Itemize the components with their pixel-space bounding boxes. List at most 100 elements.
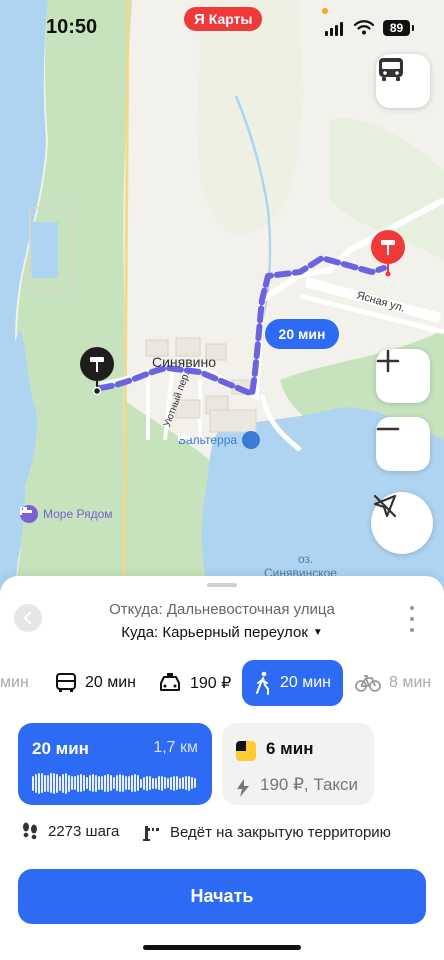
elevation-bar bbox=[83, 775, 85, 791]
elevation-bar bbox=[149, 776, 151, 790]
map-label-lake: оз. bbox=[298, 552, 314, 566]
chevron-down-icon: ▼ bbox=[312, 627, 323, 638]
route-from[interactable]: Откуда: Дальневосточная улица bbox=[0, 601, 444, 618]
elevation-bar bbox=[50, 773, 52, 793]
elevation-bar bbox=[44, 774, 46, 792]
status-time: 10:50 bbox=[46, 16, 98, 38]
barrier-icon bbox=[143, 826, 159, 841]
walk-route-card[interactable]: 20 мин 1,7 км bbox=[18, 723, 212, 805]
zoom-in-button[interactable] bbox=[376, 349, 430, 403]
elevation-bar bbox=[92, 774, 94, 792]
elevation-bar bbox=[146, 775, 148, 791]
lightning-icon bbox=[237, 779, 249, 797]
map-label-village: Синявино bbox=[152, 354, 217, 370]
elevation-bar bbox=[68, 774, 70, 792]
elevation-bar bbox=[110, 775, 112, 791]
bus-icon bbox=[379, 58, 403, 81]
elevation-bar bbox=[80, 774, 82, 792]
elevation-bar bbox=[194, 778, 196, 788]
taxi-card-time: 6 мин bbox=[266, 739, 314, 758]
taxi-icon bbox=[160, 673, 180, 691]
poi-more-ryadom[interactable]: Море Рядом bbox=[20, 505, 113, 523]
sheet-grabber[interactable] bbox=[207, 583, 237, 587]
elevation-bar bbox=[128, 776, 130, 790]
elevation-bar bbox=[77, 774, 79, 792]
elevation-bar bbox=[179, 777, 181, 789]
zoom-out-button[interactable] bbox=[376, 417, 430, 471]
status-bar: 10:50 Я Карты 89 bbox=[0, 0, 444, 56]
poi-more-ryadom-label: Море Рядом bbox=[43, 507, 113, 521]
route-bottom-sheet[interactable]: Откуда: Дальневосточная улица Куда: Карь… bbox=[0, 576, 444, 960]
transport-layer-button[interactable] bbox=[376, 54, 430, 108]
steps-count: 2273 шага bbox=[48, 822, 120, 840]
elevation-bar bbox=[113, 777, 115, 789]
plus-icon bbox=[376, 349, 400, 373]
bed-icon bbox=[178, 431, 261, 449]
elevation-bar bbox=[35, 773, 37, 793]
route-time-badge[interactable]: 20 мин bbox=[265, 319, 339, 349]
elevation-bar bbox=[125, 776, 127, 790]
route-to[interactable]: Куда: Карьерный переулок ▼ bbox=[0, 624, 444, 641]
poi-valterra[interactable]: Вальтерра bbox=[178, 431, 261, 449]
home-indicator[interactable] bbox=[143, 945, 301, 950]
elevation-bar bbox=[116, 775, 118, 791]
steps-info: 2273 шага bbox=[20, 822, 119, 840]
elevation-bar bbox=[71, 776, 73, 790]
elevation-bar bbox=[98, 776, 100, 790]
elevation-bar bbox=[89, 775, 91, 791]
elevation-bar bbox=[152, 777, 154, 789]
elevation-bar bbox=[140, 778, 142, 788]
elevation-bar bbox=[191, 777, 193, 789]
elevation-bar bbox=[182, 777, 184, 789]
more-options-button[interactable] bbox=[404, 606, 420, 632]
walk-icon bbox=[256, 671, 269, 695]
elevation-bar bbox=[185, 776, 187, 790]
elevation-bar bbox=[38, 772, 40, 794]
route-info-row: 2273 шага Ведёт на закрытую территорию bbox=[0, 822, 444, 848]
mode-walk[interactable]: 20 мин bbox=[242, 660, 344, 706]
elevation-bar bbox=[137, 775, 139, 791]
footprints-icon bbox=[23, 822, 37, 840]
restricted-area-warning: Ведёт на закрытую территорию bbox=[142, 822, 391, 842]
mode-car-label: мин bbox=[0, 674, 29, 691]
mode-taxi[interactable]: 190 ₽ bbox=[158, 660, 231, 706]
bicycle-icon bbox=[355, 675, 381, 692]
elevation-bar bbox=[56, 773, 58, 793]
map-view[interactable]: Синявино Ясная ул. Уютный пер. оз. Синяв… bbox=[0, 0, 444, 600]
walk-route-time: 20 мин bbox=[32, 739, 89, 758]
taxi-card-price: 190 ₽, Такси bbox=[260, 775, 359, 794]
taxi-card[interactable]: 6 мин 190 ₽, Такси bbox=[222, 723, 374, 805]
elevation-bar bbox=[161, 775, 163, 791]
elevation-bar bbox=[134, 774, 136, 792]
walk-route-distance: 1,7 км bbox=[153, 739, 198, 756]
elevation-bar bbox=[176, 776, 178, 790]
privacy-indicator-dot bbox=[322, 8, 328, 14]
elevation-bar bbox=[59, 775, 61, 791]
elevation-bar bbox=[170, 776, 172, 790]
elevation-bar bbox=[173, 775, 175, 791]
mode-bus-label: 20 мин bbox=[85, 674, 137, 691]
mode-bicycle[interactable]: 8 мин bbox=[355, 660, 431, 706]
elevation-bar bbox=[122, 774, 124, 792]
elevation-bar bbox=[158, 776, 160, 790]
my-location-button[interactable] bbox=[371, 492, 433, 554]
elevation-bar bbox=[95, 774, 97, 792]
elevation-bar bbox=[47, 774, 49, 792]
transport-modes[interactable]: мин 20 мин 190 ₽ 20 мин 8 мин bbox=[0, 660, 444, 706]
elevation-bar bbox=[62, 773, 64, 793]
elevation-profile bbox=[32, 772, 198, 794]
mode-walk-label: 20 мин bbox=[280, 674, 332, 691]
mode-bus[interactable]: 20 мин bbox=[55, 660, 136, 706]
elevation-bar bbox=[188, 775, 190, 791]
elevation-bar bbox=[107, 774, 109, 792]
bed-icon bbox=[20, 505, 38, 523]
elevation-bar bbox=[104, 774, 106, 792]
restricted-area-text: Ведёт на закрытую территорию bbox=[170, 823, 391, 841]
start-navigation-button[interactable]: Начать bbox=[18, 869, 426, 924]
elevation-bar bbox=[143, 776, 145, 790]
elevation-bar bbox=[101, 776, 103, 790]
mode-car[interactable]: мин bbox=[0, 660, 29, 706]
brand-name: Карты bbox=[208, 11, 253, 27]
battery-icon: 89 bbox=[383, 20, 414, 36]
elevation-bar bbox=[32, 775, 34, 791]
